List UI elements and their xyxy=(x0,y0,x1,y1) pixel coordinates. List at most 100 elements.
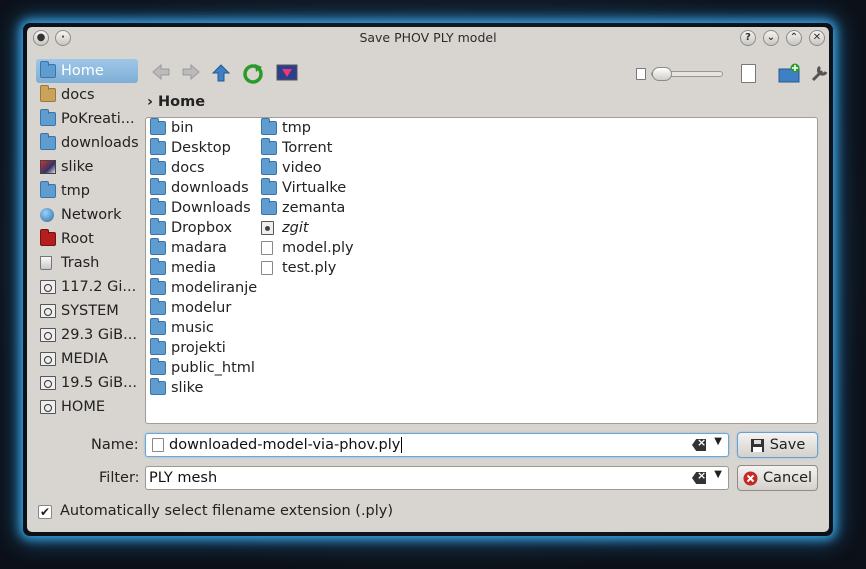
window-menu-icon[interactable]: ● xyxy=(33,30,49,46)
places-panel: Home docs PoKreati... downloads slike tm… xyxy=(36,59,138,419)
save-button[interactable]: Save xyxy=(737,432,818,458)
list-item[interactable]: music xyxy=(146,318,257,338)
document-icon xyxy=(152,438,164,452)
cancel-button[interactable]: Cancel xyxy=(737,465,818,491)
drive-icon xyxy=(40,400,56,414)
folder-icon xyxy=(150,298,166,315)
up-arrow-icon[interactable] xyxy=(209,63,233,85)
maximize-button[interactable]: ⌃ xyxy=(786,30,802,46)
document-icon xyxy=(261,241,273,255)
filename-field[interactable]: downloaded-model-via-phov.ply ▼ xyxy=(145,433,729,457)
folder-icon xyxy=(261,158,277,175)
zoom-slider[interactable] xyxy=(651,67,723,81)
folder-home-icon xyxy=(40,61,56,78)
title-bar[interactable]: ● · Save PHOV PLY model ? ⌄ ⌃ ✕ xyxy=(27,27,829,49)
large-page-icon xyxy=(741,64,756,83)
folder-icon xyxy=(150,278,166,295)
place-docs[interactable]: docs xyxy=(36,83,138,107)
place-drive-117[interactable]: 117.2 Gi... xyxy=(36,275,138,299)
list-item[interactable]: slike xyxy=(146,378,257,398)
place-home-drive[interactable]: HOME xyxy=(36,395,138,419)
clear-text-icon[interactable] xyxy=(692,472,706,484)
list-item[interactable]: downloads xyxy=(146,178,257,198)
chevron-down-icon[interactable]: ▼ xyxy=(714,436,722,447)
auto-extension-checkbox[interactable]: ✔ xyxy=(38,505,52,519)
document-icon xyxy=(261,261,273,275)
new-folder-icon[interactable] xyxy=(777,63,801,85)
place-tmp[interactable]: tmp xyxy=(36,179,138,203)
list-item[interactable]: projekti xyxy=(146,338,257,358)
filter-value: PLY mesh xyxy=(149,470,218,486)
auto-extension-label[interactable]: Automatically select filename extension … xyxy=(60,503,393,519)
minimize-button[interactable]: ⌄ xyxy=(763,30,779,46)
name-label: Name: xyxy=(91,437,139,453)
folder-icon xyxy=(261,198,277,215)
breadcrumb-separator: › xyxy=(147,94,153,110)
folder-downloads-icon xyxy=(40,133,56,150)
list-item[interactable]: Desktop xyxy=(146,138,257,158)
place-root[interactable]: Root xyxy=(36,227,138,251)
list-item[interactable]: docs xyxy=(146,158,257,178)
list-item[interactable]: video xyxy=(257,158,354,178)
chevron-down-icon[interactable]: ▼ xyxy=(714,469,722,480)
list-item[interactable]: zemanta xyxy=(257,198,354,218)
list-item[interactable]: Downloads xyxy=(146,198,257,218)
list-item[interactable]: model.ply xyxy=(257,238,354,258)
back-arrow-icon[interactable] xyxy=(149,63,173,85)
breadcrumb[interactable]: › Home xyxy=(147,94,205,110)
list-item[interactable]: test.ply xyxy=(257,258,354,278)
filter-combobox[interactable]: PLY mesh ▼ xyxy=(145,466,729,490)
list-item[interactable]: Dropbox xyxy=(146,218,257,238)
list-item[interactable]: public_html xyxy=(146,358,257,378)
filter-label: Filter: xyxy=(99,470,140,486)
file-column-2: tmp Torrent video Virtualke zemanta zgit… xyxy=(257,118,354,278)
list-item[interactable]: modeliranje xyxy=(146,278,257,298)
folder-images-icon xyxy=(40,160,56,174)
place-home[interactable]: Home xyxy=(36,59,138,83)
folder-icon xyxy=(40,181,56,198)
place-drive-19[interactable]: 19.5 GiB... xyxy=(36,371,138,395)
list-item[interactable]: bin xyxy=(146,118,257,138)
folder-icon xyxy=(40,109,56,126)
folder-icon xyxy=(150,238,166,255)
folder-icon xyxy=(150,118,166,135)
place-slike[interactable]: slike xyxy=(36,155,138,179)
zoom-slider-handle[interactable] xyxy=(652,67,672,81)
place-drive-29[interactable]: 29.3 GiB... xyxy=(36,323,138,347)
list-item[interactable]: tmp xyxy=(257,118,354,138)
list-item[interactable]: madara xyxy=(146,238,257,258)
folder-icon xyxy=(40,85,56,102)
place-media[interactable]: MEDIA xyxy=(36,347,138,371)
sticky-icon[interactable]: · xyxy=(55,30,71,46)
options-wrench-icon[interactable] xyxy=(809,63,829,85)
list-item[interactable]: modelur xyxy=(146,298,257,318)
drive-icon xyxy=(40,280,56,294)
place-pokreati[interactable]: PoKreati... xyxy=(36,107,138,131)
list-item[interactable]: Virtualke xyxy=(257,178,354,198)
place-network[interactable]: Network xyxy=(36,203,138,227)
reload-icon[interactable] xyxy=(241,63,265,85)
place-downloads[interactable]: downloads xyxy=(36,131,138,155)
symlink-icon xyxy=(261,221,274,235)
clear-text-icon[interactable] xyxy=(692,439,706,451)
list-item[interactable]: media xyxy=(146,258,257,278)
floppy-icon xyxy=(750,438,764,452)
drive-icon xyxy=(40,352,56,366)
save-dialog: ● · Save PHOV PLY model ? ⌄ ⌃ ✕ Home doc… xyxy=(27,27,829,532)
folder-icon xyxy=(261,118,277,135)
folder-icon xyxy=(150,198,166,215)
file-list[interactable]: bin Desktop docs downloads Downloads Dro… xyxy=(145,117,818,424)
close-button[interactable]: ✕ xyxy=(809,30,825,46)
window-title: Save PHOV PLY model xyxy=(359,30,497,45)
place-system[interactable]: SYSTEM xyxy=(36,299,138,323)
filename-value: downloaded-model-via-phov.ply xyxy=(169,437,403,453)
list-item[interactable]: zgit xyxy=(257,218,354,238)
folder-icon xyxy=(150,358,166,375)
folder-icon xyxy=(261,178,277,195)
place-trash[interactable]: Trash xyxy=(36,251,138,275)
help-button[interactable]: ? xyxy=(740,30,756,46)
breadcrumb-home[interactable]: Home xyxy=(158,94,205,110)
preview-toggle-icon[interactable] xyxy=(275,64,299,86)
list-item[interactable]: Torrent xyxy=(257,138,354,158)
forward-arrow-icon[interactable] xyxy=(179,63,203,85)
